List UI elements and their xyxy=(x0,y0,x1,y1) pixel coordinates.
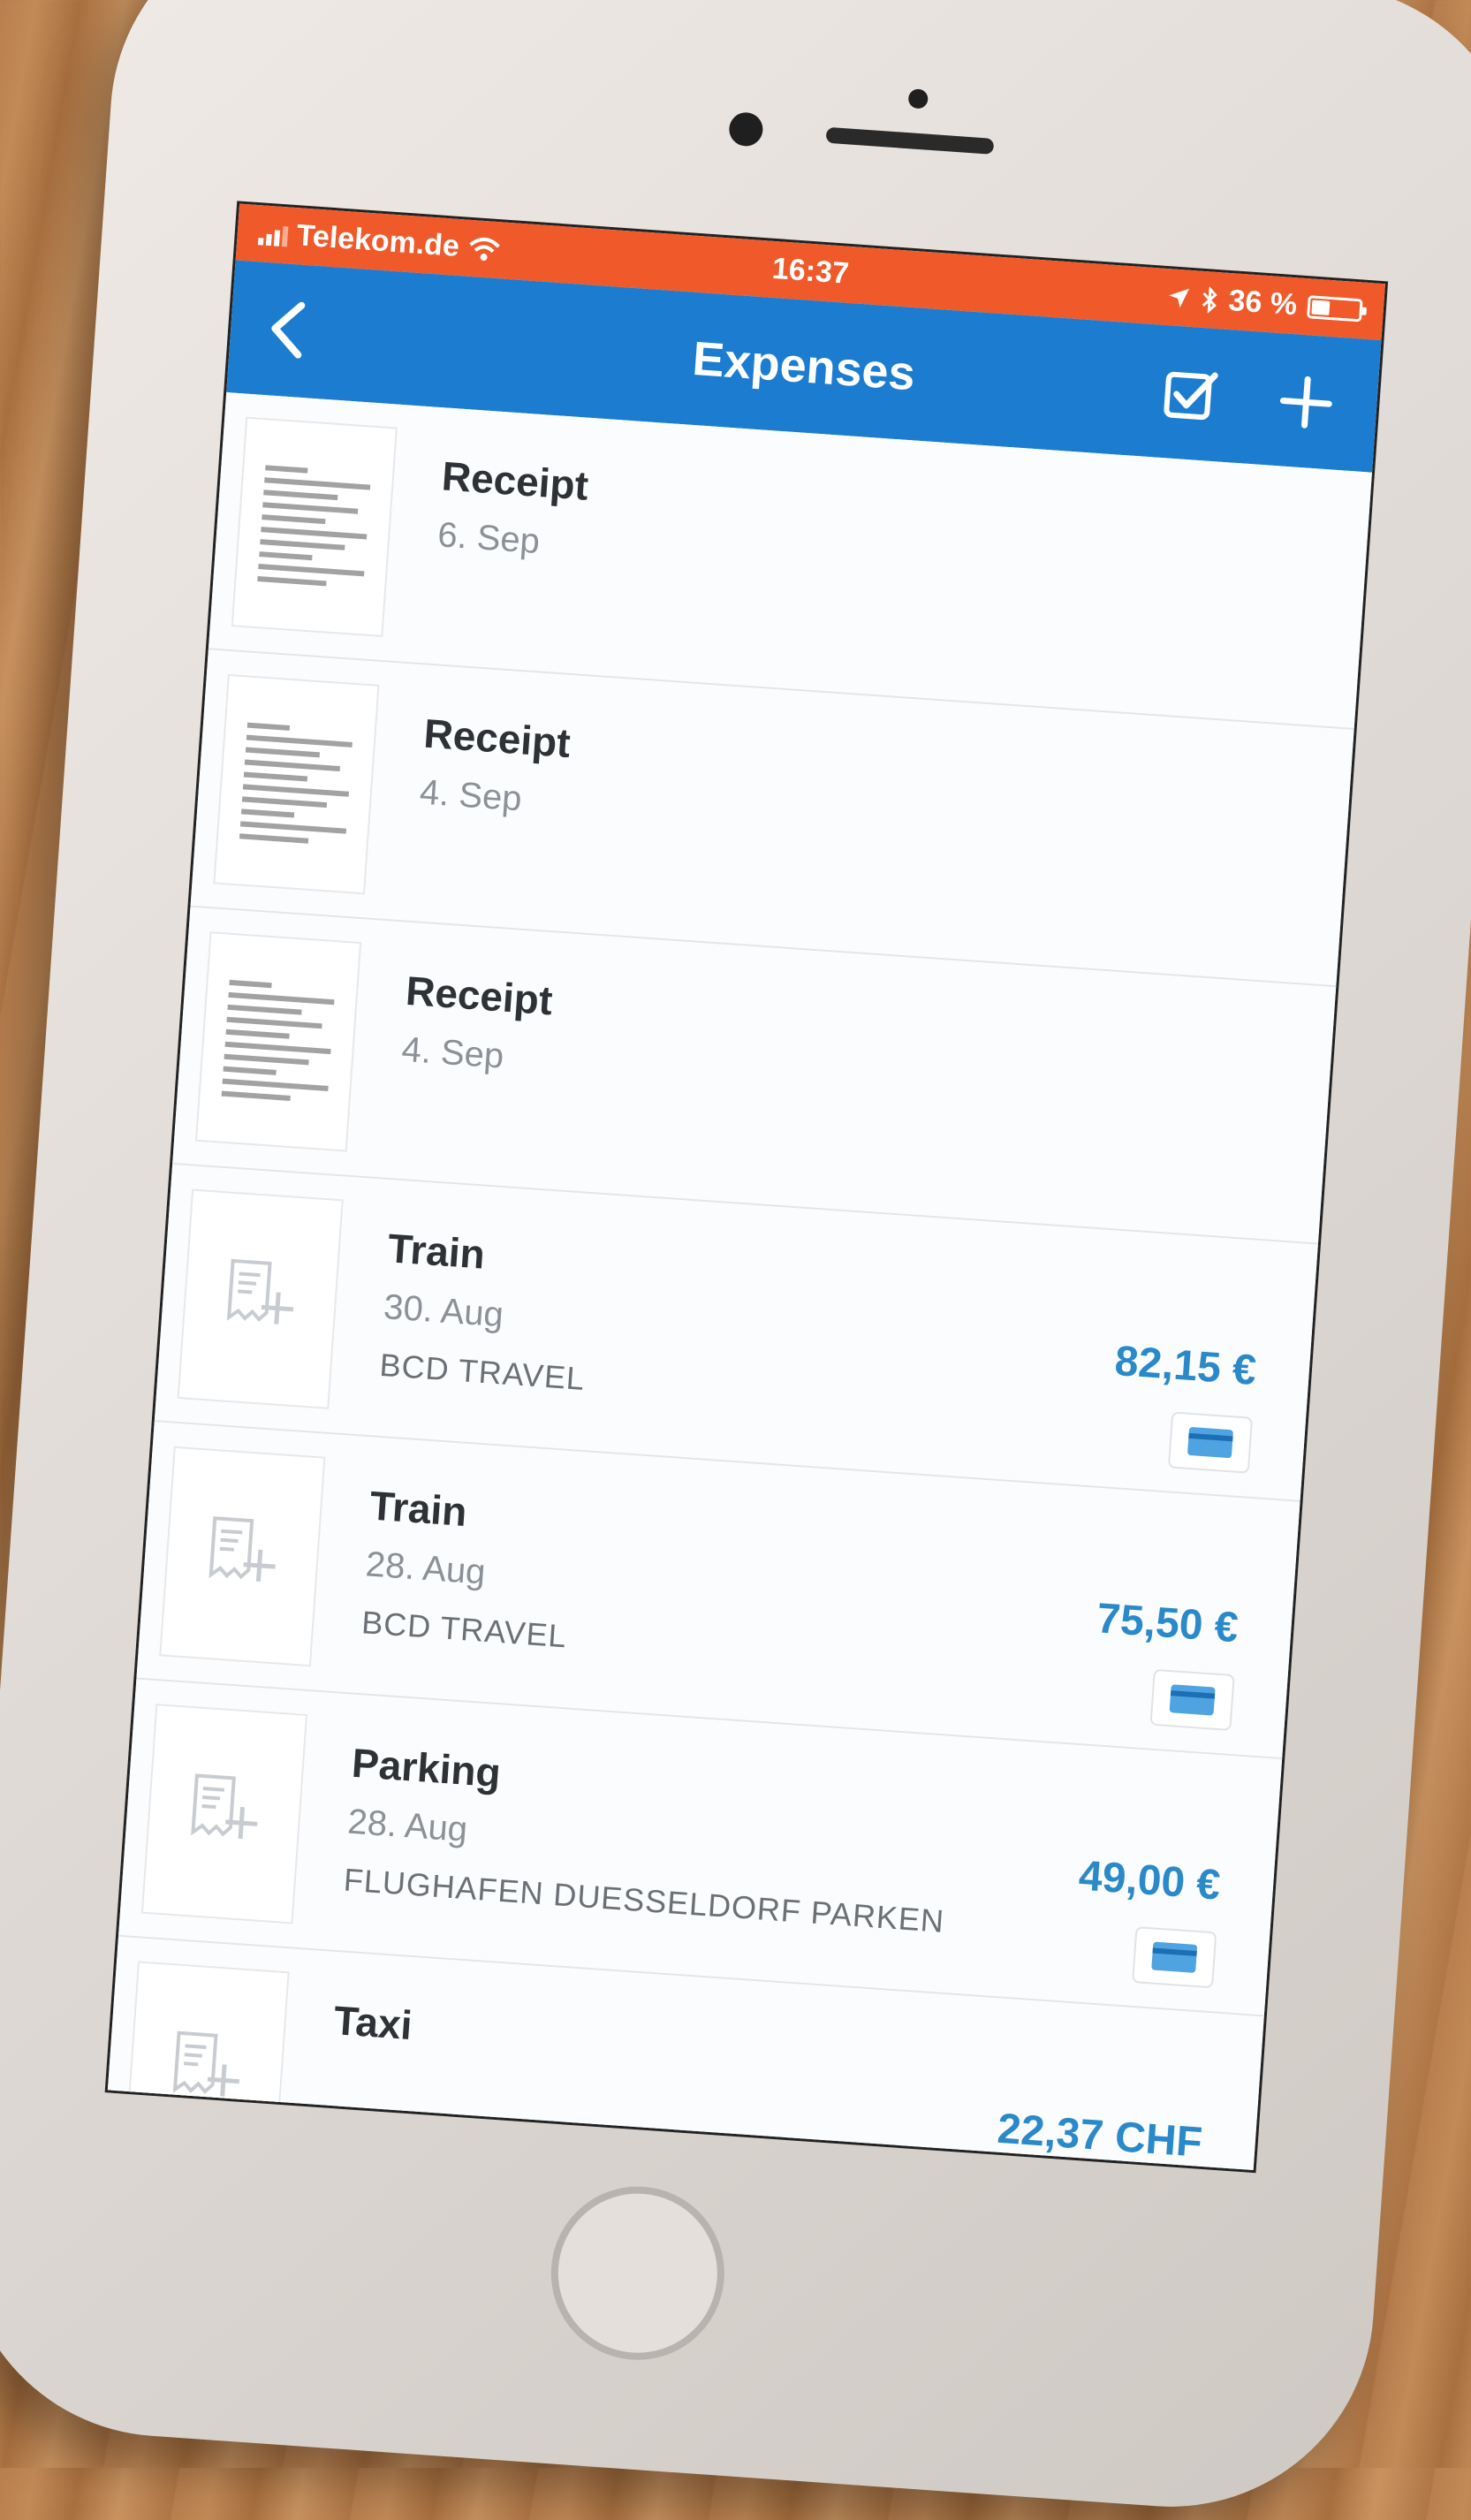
receipt-thumbnail[interactable] xyxy=(213,673,380,895)
expense-date: 6. Sep xyxy=(436,515,542,562)
expense-list: Receipt 6. Sep Receipt 4. Sep Receipt 4.… xyxy=(104,392,1373,2174)
expense-amount: 82,15 € xyxy=(1113,1337,1258,1394)
receipt-thumbnail[interactable] xyxy=(177,1188,344,1409)
receipt-text-line xyxy=(262,514,326,525)
receipt-text-line xyxy=(259,551,313,561)
expense-info: Receipt 4. Sep xyxy=(400,967,554,1080)
expense-title: Receipt xyxy=(422,710,572,767)
expense-date: 4. Sep xyxy=(418,772,524,819)
chevron-left-icon xyxy=(271,301,306,359)
expense-title: Train xyxy=(386,1225,487,1278)
expense-amount: 22,37 CHF xyxy=(996,2105,1204,2167)
battery-percent: 36 % xyxy=(1227,283,1299,323)
receipt-text-line xyxy=(257,576,327,587)
payment-card-badge xyxy=(1167,1411,1254,1474)
receipt-thumbnail[interactable] xyxy=(123,1961,290,2174)
receipt-thumbnail[interactable] xyxy=(194,931,362,1152)
phone-device: Telekom.de 16:37 36 % Expenses Receipt 6… xyxy=(0,0,1471,2520)
expense-info: Taxi xyxy=(332,1996,413,2049)
credit-card-icon xyxy=(1169,1684,1216,1716)
receipt-text-line xyxy=(229,979,272,989)
back-button[interactable] xyxy=(250,292,325,367)
credit-card-icon xyxy=(1151,1941,1198,1973)
receipt-text-line xyxy=(263,490,338,501)
expense-date: 28. Aug xyxy=(364,1545,487,1592)
expense-vendor: BCD TRAVEL xyxy=(360,1604,569,1655)
receipt-thumbnail[interactable] xyxy=(140,1704,308,1924)
receipt-text-line xyxy=(258,564,365,577)
status-right: 36 % xyxy=(1165,279,1363,327)
expense-title: Receipt xyxy=(404,967,555,1024)
receipt-text-line xyxy=(225,1028,290,1039)
receipt-text-line xyxy=(239,821,347,834)
expense-date: 30. Aug xyxy=(382,1287,505,1335)
add-expense-button[interactable] xyxy=(1269,365,1344,440)
expense-info: Receipt 6. Sep xyxy=(436,452,590,565)
receipt-text-line xyxy=(242,784,349,797)
receipt-text-line xyxy=(222,1078,329,1091)
battery-icon xyxy=(1307,294,1363,322)
receipt-text-line xyxy=(264,477,371,490)
receipt-text-line xyxy=(244,759,340,772)
receipt-text-line xyxy=(246,722,291,731)
receipt-text-line xyxy=(240,808,295,818)
expense-vendor: BCD TRAVEL xyxy=(378,1346,587,1397)
expense-info: Train 30. Aug BCD TRAVEL xyxy=(378,1224,595,1398)
receipt-scan-image xyxy=(257,458,372,596)
receipt-text-line xyxy=(223,1066,277,1075)
app-screen: Telekom.de 16:37 36 % Expenses Receipt 6… xyxy=(104,201,1389,2174)
bluetooth-icon xyxy=(1202,285,1217,314)
expense-info: Parking 28. Aug FLUGHAFEN DUESSELDORF PA… xyxy=(343,1739,954,1940)
payment-card-badge xyxy=(1149,1668,1235,1732)
receipt-text-line xyxy=(239,833,309,844)
receipt-text-line xyxy=(246,734,353,748)
receipt-text-line xyxy=(260,539,345,550)
expense-amount: 49,00 € xyxy=(1077,1852,1222,1909)
receipt-text-line xyxy=(221,1090,291,1102)
receipt-text-line xyxy=(228,991,335,1006)
expense-title: Receipt xyxy=(440,452,590,509)
add-receipt-icon xyxy=(226,1258,294,1325)
location-icon xyxy=(1168,288,1189,307)
receipt-text-line xyxy=(224,1041,331,1055)
payment-card-badge xyxy=(1132,1926,1217,1989)
expense-info: Receipt 4. Sep xyxy=(419,710,572,823)
expense-title: Train xyxy=(368,1482,469,1536)
receipt-scan-image xyxy=(239,716,353,854)
receipt-thumbnail[interactable] xyxy=(159,1446,326,1667)
add-receipt-icon xyxy=(209,1516,276,1582)
plus-icon xyxy=(1279,376,1332,429)
checkbox-icon xyxy=(1164,371,1218,421)
receipt-text-line xyxy=(227,1004,302,1015)
expense-date: 4. Sep xyxy=(400,1029,505,1076)
select-button[interactable] xyxy=(1154,357,1229,432)
add-receipt-icon xyxy=(172,2030,240,2097)
earpiece-speaker xyxy=(825,126,995,155)
receipt-text-line xyxy=(262,502,359,514)
expense-title: Taxi xyxy=(332,1997,414,2049)
add-receipt-icon xyxy=(191,1773,258,1840)
expense-info: Train 28. Aug BCD TRAVEL xyxy=(360,1481,577,1655)
home-button[interactable] xyxy=(545,2181,731,2366)
receipt-scan-image xyxy=(221,973,336,1111)
credit-card-icon xyxy=(1187,1427,1233,1459)
receipt-text-line xyxy=(241,796,328,808)
page-title: Expenses xyxy=(690,331,917,401)
receipt-text-line xyxy=(265,465,308,474)
proximity-sensor xyxy=(907,88,929,110)
receipt-text-line xyxy=(261,527,368,540)
front-camera xyxy=(728,111,764,148)
receipt-text-line xyxy=(243,771,308,782)
receipt-text-line xyxy=(245,747,321,758)
expense-amount: 75,50 € xyxy=(1095,1595,1240,1652)
receipt-text-line xyxy=(224,1053,309,1066)
receipt-thumbnail[interactable] xyxy=(231,416,398,638)
receipt-text-line xyxy=(226,1016,322,1029)
